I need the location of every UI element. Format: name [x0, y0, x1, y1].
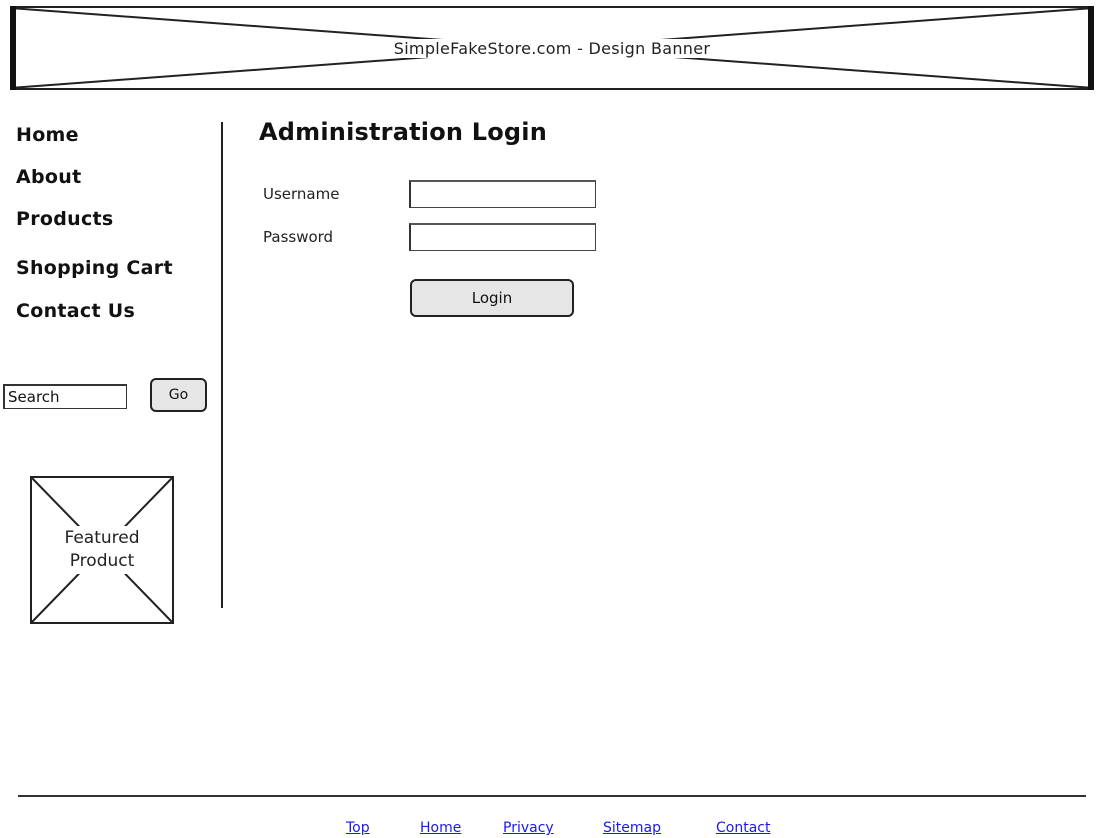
- password-field[interactable]: [409, 223, 596, 251]
- footer-link-sitemap[interactable]: Sitemap: [603, 820, 661, 836]
- footer-divider: [18, 795, 1086, 797]
- nav-shopping-cart[interactable]: Shopping Cart: [16, 257, 173, 279]
- username-field[interactable]: [409, 180, 596, 208]
- footer-link-privacy[interactable]: Privacy: [503, 820, 554, 836]
- sidebar-divider: [221, 122, 223, 608]
- footer-link-home[interactable]: Home: [420, 820, 461, 836]
- featured-product-label: Featured Product: [61, 526, 143, 574]
- footer-link-top[interactable]: Top: [346, 820, 370, 836]
- nav-contact-us[interactable]: Contact Us: [16, 300, 135, 322]
- page-title: Administration Login: [259, 118, 547, 146]
- login-button[interactable]: Login: [410, 279, 574, 317]
- nav-about[interactable]: About: [16, 166, 81, 188]
- search-input[interactable]: [3, 384, 127, 409]
- nav-home[interactable]: Home: [16, 124, 79, 146]
- password-label: Password: [263, 228, 334, 246]
- banner-title: SimpleFakeStore.com - Design Banner: [387, 38, 717, 58]
- nav-products[interactable]: Products: [16, 208, 114, 230]
- footer-link-contact[interactable]: Contact: [716, 820, 770, 836]
- go-button[interactable]: Go: [150, 378, 207, 412]
- design-banner: SimpleFakeStore.com - Design Banner: [10, 6, 1094, 90]
- username-label: Username: [263, 185, 340, 203]
- featured-product[interactable]: Featured Product: [30, 476, 174, 624]
